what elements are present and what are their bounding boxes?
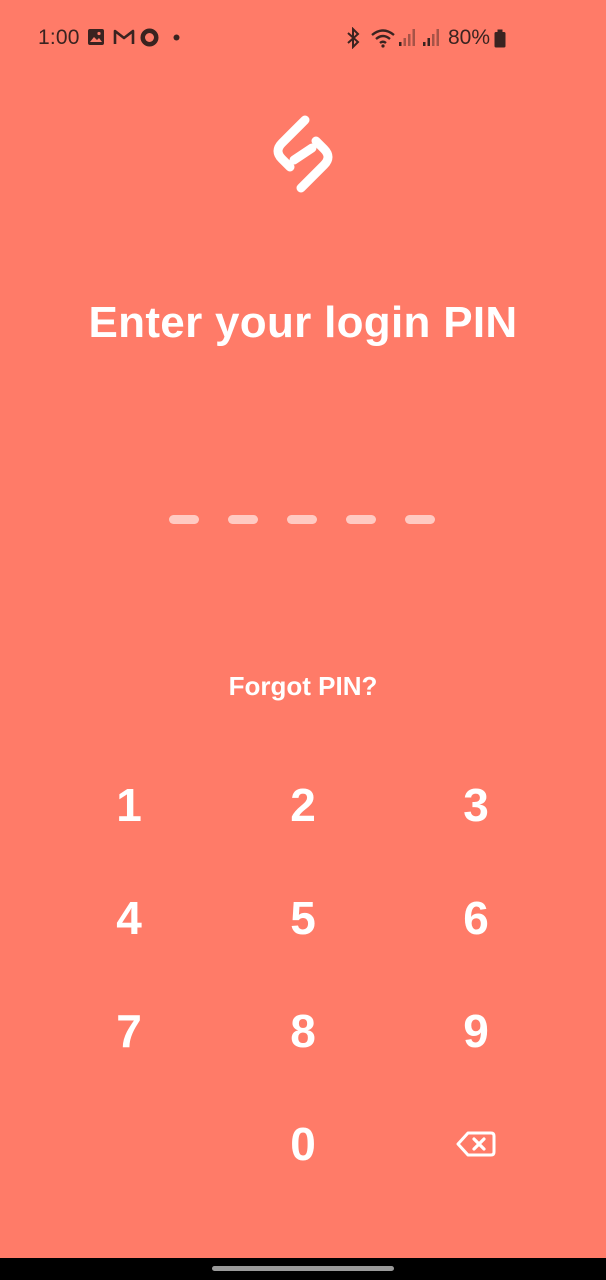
status-time: 1:00 [38, 26, 80, 49]
key-7[interactable]: 7 [69, 986, 189, 1076]
pin-digit-slot [287, 515, 317, 524]
battery-percent: 80% [448, 26, 491, 49]
battery-icon [494, 29, 506, 48]
key-4[interactable]: 4 [69, 873, 189, 963]
home-gesture-bar[interactable] [212, 1266, 394, 1271]
forgot-pin-link[interactable]: Forgot PIN? [0, 671, 606, 702]
key-9[interactable]: 9 [416, 986, 536, 1076]
signal-icon [423, 29, 439, 46]
dot-icon [173, 34, 180, 41]
key-1[interactable]: 1 [69, 760, 189, 850]
pin-digit-slot [169, 515, 199, 524]
key-0[interactable]: 0 [243, 1099, 363, 1189]
key-3[interactable]: 3 [416, 760, 536, 850]
gallery-icon [88, 29, 104, 45]
key-8[interactable]: 8 [243, 986, 363, 1076]
bluetooth-icon [347, 27, 360, 49]
pin-digit-slot [346, 515, 376, 524]
gmail-icon [113, 29, 135, 44]
pin-digit-slot [405, 515, 435, 524]
pin-indicator [169, 515, 437, 527]
pin-screen: 1:00 80% Enter your login PIN Forgot PIN… [0, 0, 606, 1258]
backspace-icon [456, 1131, 496, 1157]
backspace-button[interactable] [416, 1099, 536, 1189]
page-title: Enter your login PIN [88, 298, 518, 347]
key-6[interactable]: 6 [416, 873, 536, 963]
status-bar: 1:00 80% [0, 0, 606, 78]
pin-digit-slot [228, 515, 258, 524]
circle-app-icon [140, 28, 159, 47]
signal-icon [399, 29, 415, 46]
app-logo-icon [273, 115, 333, 193]
key-2[interactable]: 2 [243, 760, 363, 850]
wifi-icon [371, 29, 395, 48]
key-5[interactable]: 5 [243, 873, 363, 963]
